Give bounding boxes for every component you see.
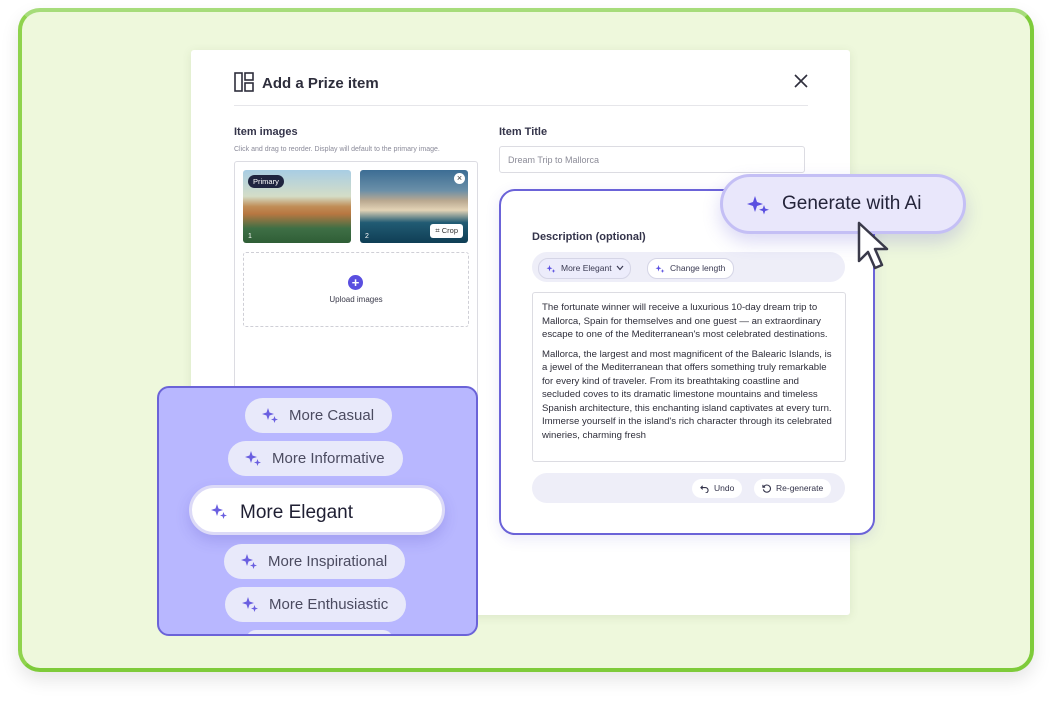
description-card: Description (optional) More Elegant Chan…: [499, 189, 875, 535]
tone-option-enthusiastic[interactable]: More Enthusiastic: [225, 587, 407, 622]
tone-dropdown-label: More Elegant: [561, 263, 612, 273]
sparkle-icon: [546, 265, 556, 273]
tone-option-elegant-selected[interactable]: More Elegant: [189, 485, 445, 535]
sparkle-icon: [655, 265, 665, 273]
sparkle-icon: [242, 597, 258, 612]
tone-options-menu: More Casual More Informative More Elegan…: [157, 386, 478, 636]
undo-icon: [700, 485, 709, 493]
tone-option-label: More Elegant: [240, 502, 354, 523]
crop-label: Crop: [441, 226, 458, 235]
upload-label: Upload images: [329, 295, 383, 304]
description-textarea[interactable]: The fortunate winner will receive a luxu…: [532, 292, 846, 462]
tone-option-label: More Enthusiastic: [269, 596, 389, 613]
sparkle-icon: [241, 554, 257, 569]
generate-label: Generate with Ai: [782, 193, 922, 214]
close-icon[interactable]: [793, 73, 809, 89]
crop-icon: ⌗: [435, 226, 440, 235]
tone-option-casual[interactable]: More Casual: [245, 398, 393, 433]
item-images-label: Item images: [234, 126, 298, 138]
sparkle-icon: [245, 451, 261, 466]
change-length-label: Change length: [670, 263, 726, 273]
modal-header: Add a Prize item: [234, 72, 808, 106]
regenerate-button[interactable]: Re-generate: [754, 479, 832, 498]
chevron-down-icon: [616, 265, 624, 271]
sparkle-icon: [262, 408, 278, 423]
modal-title: Add a Prize item: [262, 75, 379, 92]
description-paragraph: Mallorca, the largest and most magnifice…: [542, 348, 832, 441]
tone-option-inspirational[interactable]: More Inspirational: [224, 544, 406, 579]
description-actions: Undo Re-generate: [532, 473, 845, 503]
change-length-button[interactable]: Change length: [647, 258, 735, 279]
tone-dropdown[interactable]: More Elegant: [538, 258, 631, 279]
images-gallery: Primary 1 × 2 ⌗ Crop + Upload images: [234, 161, 478, 403]
tone-option-informative[interactable]: More Informative: [228, 441, 403, 476]
crop-button[interactable]: ⌗ Crop: [430, 224, 463, 238]
mouse-cursor-icon: [857, 221, 889, 270]
remove-image-button[interactable]: ×: [454, 173, 465, 184]
image-index: 2: [365, 233, 369, 240]
plus-icon: +: [348, 275, 363, 290]
primary-badge: Primary: [248, 175, 284, 188]
image-thumbnail[interactable]: × 2 ⌗ Crop: [360, 170, 468, 243]
item-title-label: Item Title: [499, 126, 548, 138]
description-paragraph: The fortunate winner will receive a luxu…: [542, 302, 828, 340]
tone-option-partial[interactable]: [246, 630, 393, 634]
tone-option-label: More Casual: [289, 407, 375, 424]
undo-label: Undo: [714, 483, 735, 493]
undo-button[interactable]: Undo: [692, 479, 743, 498]
description-label: Description (optional): [532, 231, 646, 243]
ai-toolbar: More Elegant Change length: [532, 252, 845, 282]
sparkle-icon: [211, 504, 227, 519]
image-thumbnail[interactable]: Primary 1: [243, 170, 351, 243]
tone-option-label: More Informative: [272, 450, 385, 467]
generate-with-ai-button[interactable]: Generate with Ai: [720, 174, 966, 234]
upload-dropzone[interactable]: + Upload images: [243, 252, 469, 327]
tone-option-label: More Inspirational: [268, 553, 388, 570]
item-title-input[interactable]: [499, 146, 805, 173]
sparkle-icon: [747, 196, 769, 215]
layout-icon: [234, 72, 254, 92]
image-index: 1: [248, 233, 252, 240]
item-images-hint: Click and drag to reorder. Display will …: [234, 146, 440, 153]
regenerate-label: Re-generate: [776, 483, 824, 493]
regenerate-icon: [762, 484, 771, 493]
